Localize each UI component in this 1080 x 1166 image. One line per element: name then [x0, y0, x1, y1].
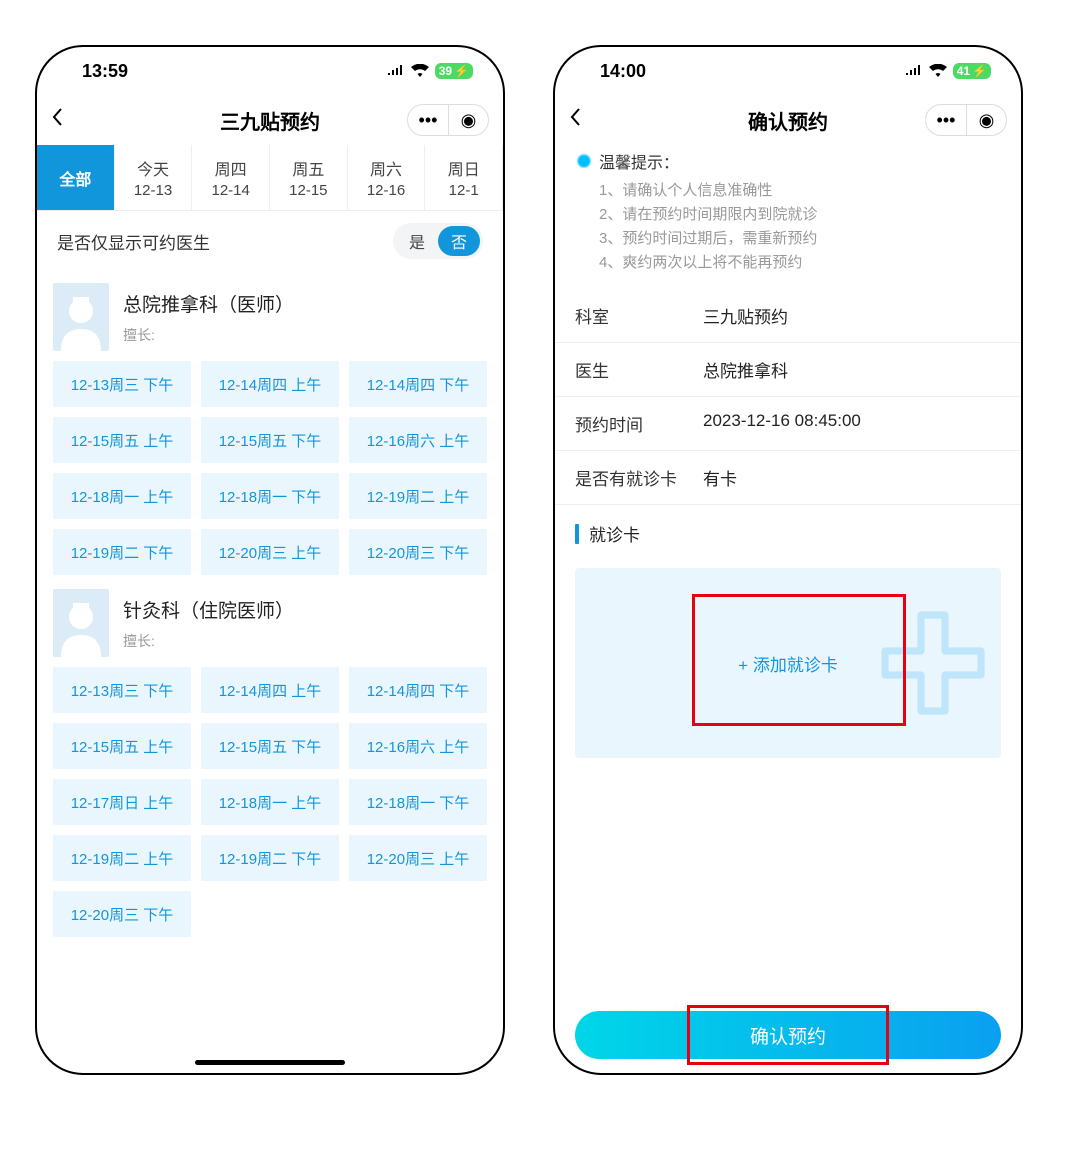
doctor-list[interactable]: 总院推拿科（医师） 擅长: 12-13周三 下午12-14周四 上午12-14周…: [37, 271, 503, 1073]
status-icons: 39⚡: [387, 61, 473, 82]
tip-line: 4、爽约两次以上将不能再预约: [575, 251, 1001, 275]
tip-line: 3、预约时间过期后，需重新预约: [575, 227, 1001, 251]
home-indicator[interactable]: [195, 1060, 345, 1065]
time-slot[interactable]: 12-14周四 下午: [349, 667, 487, 713]
status-time: 14:00: [600, 61, 646, 82]
filter-label: 是否仅显示可约医生: [57, 229, 210, 254]
back-button[interactable]: [51, 107, 69, 133]
info-row: 医生总院推拿科: [555, 343, 1021, 397]
info-label: 科室: [575, 303, 703, 328]
info-value: 总院推拿科: [703, 357, 788, 382]
phone-right: 14:00 41⚡ 确认预约 ••• ◉ 温馨提示： 1、请确认个人信息准确性2…: [553, 45, 1023, 1075]
time-slot[interactable]: 12-15周五 下午: [201, 417, 339, 463]
time-slot[interactable]: 12-15周五 上午: [53, 723, 191, 769]
doctor-avatar: [53, 283, 109, 351]
date-tab[interactable]: 周六12-16: [348, 145, 426, 210]
time-slot[interactable]: 12-20周三 下午: [349, 529, 487, 575]
section-title: 就诊卡: [555, 505, 1021, 560]
time-slot[interactable]: 12-20周三 下午: [53, 891, 191, 937]
time-slot[interactable]: 12-19周二 上午: [349, 473, 487, 519]
back-button[interactable]: [569, 107, 587, 133]
info-row: 预约时间2023-12-16 08:45:00: [555, 397, 1021, 451]
toggle-no[interactable]: 否: [438, 226, 480, 256]
time-slot[interactable]: 12-19周二 下午: [201, 835, 339, 881]
section-bar-icon: [575, 524, 579, 544]
time-slot[interactable]: 12-14周四 下午: [349, 361, 487, 407]
time-slot[interactable]: 12-15周五 上午: [53, 417, 191, 463]
slot-grid: 12-13周三 下午12-14周四 上午12-14周四 下午 12-15周五 上午…: [53, 667, 487, 937]
nav-actions: ••• ◉: [407, 104, 489, 136]
battery-icon: 41⚡: [953, 63, 991, 79]
info-label: 预约时间: [575, 411, 703, 436]
filter-row: 是否仅显示可约医生 是 否: [37, 211, 503, 271]
status-bar: 13:59 39⚡: [37, 47, 503, 95]
time-slot[interactable]: 12-14周四 上午: [201, 361, 339, 407]
info-label: 医生: [575, 357, 703, 382]
time-slot[interactable]: 12-16周六 上午: [349, 723, 487, 769]
date-tab[interactable]: 周日12-1: [425, 145, 503, 210]
doctor-specialty: 擅长:: [123, 631, 294, 651]
info-value: 2023-12-16 08:45:00: [703, 411, 861, 436]
time-slot[interactable]: 12-18周一 上午: [201, 779, 339, 825]
add-card-button[interactable]: + 添加就诊卡: [738, 651, 838, 676]
time-slot[interactable]: 12-18周一 下午: [349, 779, 487, 825]
time-slot[interactable]: 12-17周日 上午: [53, 779, 191, 825]
nav-actions: ••• ◉: [925, 104, 1007, 136]
signal-icon: [905, 61, 923, 82]
info-value: 三九贴预约: [703, 303, 788, 328]
date-tab[interactable]: 周五12-15: [270, 145, 348, 210]
info-row: 科室三九贴预约: [555, 289, 1021, 343]
status-icons: 41⚡: [905, 61, 991, 82]
lightbulb-icon: [575, 152, 593, 170]
info-value: 有卡: [703, 465, 737, 490]
info-row: 是否有就诊卡有卡: [555, 451, 1021, 505]
toggle-yes[interactable]: 是: [396, 226, 438, 256]
date-tab[interactable]: 今天12-13: [115, 145, 193, 210]
nav-bar: 三九贴预约 ••• ◉: [37, 95, 503, 145]
doctor-specialty: 擅长:: [123, 325, 294, 345]
more-icon[interactable]: •••: [926, 104, 966, 136]
status-time: 13:59: [82, 61, 128, 82]
time-slot[interactable]: 12-15周五 下午: [201, 723, 339, 769]
slot-grid: 12-13周三 下午12-14周四 上午12-14周四 下午 12-15周五 上午…: [53, 361, 487, 575]
time-slot[interactable]: 12-20周三 上午: [349, 835, 487, 881]
nav-bar: 确认预约 ••• ◉: [555, 95, 1021, 145]
target-icon[interactable]: ◉: [448, 104, 488, 136]
date-tab[interactable]: 周四12-14: [192, 145, 270, 210]
availability-toggle[interactable]: 是 否: [393, 223, 483, 259]
time-slot[interactable]: 12-13周三 下午: [53, 361, 191, 407]
date-tabs: 全部今天12-13周四12-14周五12-15周六12-16周日12-1: [37, 145, 503, 211]
time-slot[interactable]: 12-19周二 上午: [53, 835, 191, 881]
time-slot[interactable]: 12-16周六 上午: [349, 417, 487, 463]
doctor-head: 总院推拿科（医师） 擅长:: [53, 275, 487, 361]
battery-icon: 39⚡: [435, 63, 473, 79]
doctor-card: 总院推拿科（医师） 擅长: 12-13周三 下午12-14周四 上午12-14周…: [53, 275, 487, 575]
wifi-icon: [411, 61, 429, 82]
status-bar: 14:00 41⚡: [555, 47, 1021, 95]
target-icon[interactable]: ◉: [966, 104, 1006, 136]
phone-left: 13:59 39⚡ 三九贴预约 ••• ◉ 全部今天12-13周四12-14周五…: [35, 45, 505, 1075]
time-slot[interactable]: 12-18周一 下午: [201, 473, 339, 519]
time-slot[interactable]: 12-13周三 下午: [53, 667, 191, 713]
time-slot[interactable]: 12-20周三 上午: [201, 529, 339, 575]
tips-title: 温馨提示：: [575, 149, 1001, 173]
info-label: 是否有就诊卡: [575, 465, 703, 490]
tip-line: 2、请在预约时间期限内到院就诊: [575, 203, 1001, 227]
highlight-box: [687, 1005, 889, 1065]
tip-line: 1、请确认个人信息准确性: [575, 179, 1001, 203]
more-icon[interactable]: •••: [408, 104, 448, 136]
doctor-card: 针灸科（住院医师） 擅长: 12-13周三 下午12-14周四 上午12-14周…: [53, 581, 487, 937]
date-tab[interactable]: 全部: [37, 145, 115, 210]
add-card-panel: + 添加就诊卡: [575, 568, 1001, 758]
signal-icon: [387, 61, 405, 82]
doctor-head: 针灸科（住院医师） 擅长:: [53, 581, 487, 667]
time-slot[interactable]: 12-19周二 下午: [53, 529, 191, 575]
doctor-name: 针灸科（住院医师）: [123, 596, 294, 623]
doctor-avatar: [53, 589, 109, 657]
wifi-icon: [929, 61, 947, 82]
doctor-name: 总院推拿科（医师）: [123, 290, 294, 317]
time-slot[interactable]: 12-14周四 上午: [201, 667, 339, 713]
tips-box: 温馨提示： 1、请确认个人信息准确性2、请在预约时间期限内到院就诊3、预约时间过…: [555, 145, 1021, 289]
time-slot[interactable]: 12-18周一 上午: [53, 473, 191, 519]
